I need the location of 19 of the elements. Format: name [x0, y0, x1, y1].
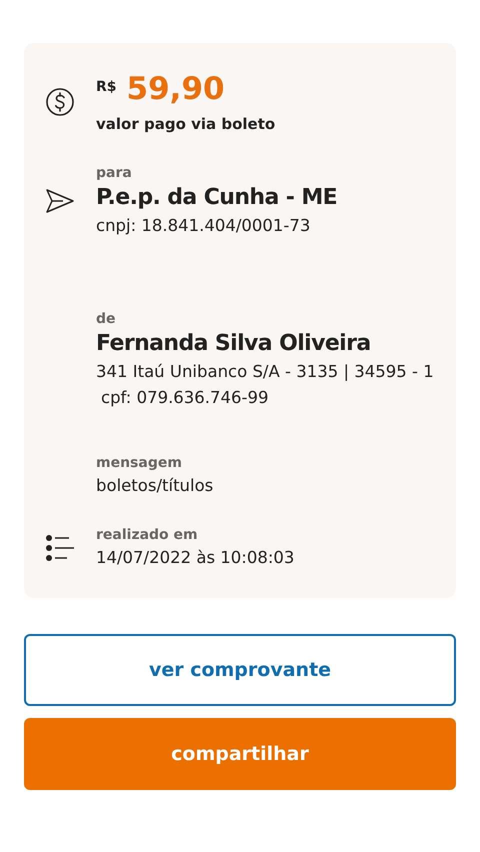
amount-value: 59,90	[126, 71, 225, 107]
detail-text: cpf: 079.636.746-99	[100, 387, 268, 409]
list-icon	[45, 533, 75, 563]
detail-text: 341 Itaú Unibanco S/A - 3135 | 34595 - 1	[96, 361, 434, 383]
send-icon	[45, 188, 75, 214]
detail-label: realizado em	[96, 526, 198, 545]
payment-caption: valor pago via boleto	[96, 115, 276, 133]
party-name: Fernanda Silva Oliveira	[96, 330, 371, 358]
party-name: P.e.p. da Cunha - ME	[96, 184, 338, 212]
detail-label: de	[96, 310, 116, 329]
detail-label: para	[96, 164, 132, 183]
detail-text: boletos/títulos	[96, 475, 214, 497]
detail-label: mensagem	[96, 454, 182, 473]
receipt-button[interactable]: ver comprovante	[24, 634, 456, 706]
currency-symbol: R$	[96, 79, 117, 95]
detail-text: cnpj: 18.841.404/0001-73	[96, 215, 310, 237]
detail-text: 14/07/2022 às 10:08:03	[96, 547, 294, 569]
share-button[interactable]: compartilhar	[24, 718, 456, 790]
dollar-icon	[45, 87, 75, 117]
